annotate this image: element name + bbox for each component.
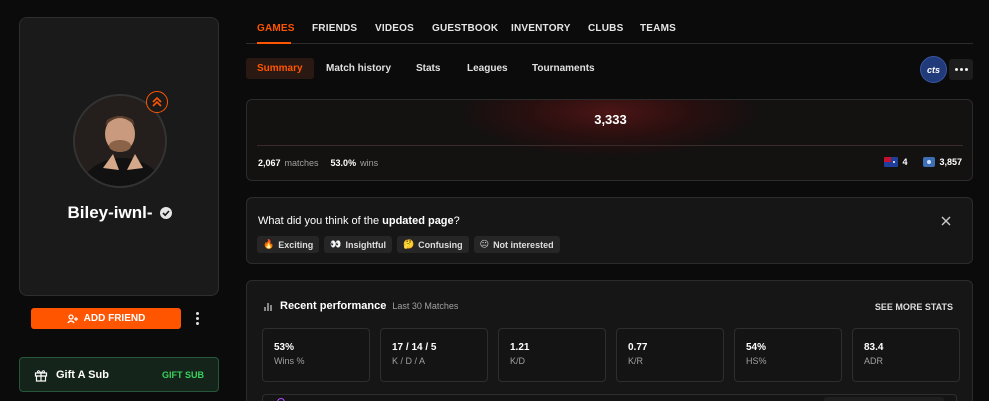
more-horizontal-icon[interactable] xyxy=(949,59,973,80)
stat-wins: 53% Wins % xyxy=(262,328,370,382)
feedback-question-bold: updated page xyxy=(382,215,454,227)
gift-sub-button[interactable]: GIFT SUB xyxy=(162,370,204,380)
stat-hs: 54% HS% xyxy=(734,328,842,382)
feedback-option-exciting[interactable]: 🔥 Exciting xyxy=(257,236,320,253)
winrate-label: wins xyxy=(360,158,379,168)
feedback-option-label: Insightful xyxy=(345,239,386,250)
country-flag-icon xyxy=(884,157,899,167)
matches-value: 2,067 xyxy=(258,158,281,168)
level-badge[interactable] xyxy=(146,91,168,113)
next-section-row xyxy=(262,394,957,401)
eyes-icon: 👀 xyxy=(330,239,342,249)
feedback-option-label: Confusing xyxy=(418,239,463,250)
stat-kda: 17 / 14 / 5 K / D / A xyxy=(380,328,488,382)
tab-videos[interactable]: VIDEOS xyxy=(375,23,414,34)
elo-card: 3,333 2,067 matches 53.0% wins 4 3,857 xyxy=(246,99,973,181)
feedback-question-suffix: ? xyxy=(453,215,460,227)
team-logo[interactable]: cts xyxy=(920,56,947,83)
stat-value: 53% xyxy=(274,342,295,353)
feedback-option-insightful[interactable]: 👀 Insightful xyxy=(324,236,392,253)
stat-label: Wins % xyxy=(274,356,305,366)
stat-label: K / D / A xyxy=(392,356,426,366)
rankings: 4 3,857 xyxy=(884,157,962,167)
top-nav: GAMES FRIENDS VIDEOS GUESTBOOK INVENTORY… xyxy=(246,0,973,44)
subtab-stats[interactable]: Stats xyxy=(405,58,451,79)
stat-value: 54% xyxy=(746,342,767,353)
performance-title: Recent performance xyxy=(280,300,387,312)
neutral-face-icon: 😐 xyxy=(479,239,490,249)
active-tab-indicator xyxy=(257,42,291,44)
subtab-tournaments[interactable]: Tournaments xyxy=(521,58,606,79)
performance-subtitle: Last 30 Matches xyxy=(392,301,459,311)
stat-label: K/R xyxy=(628,356,644,366)
tab-games[interactable]: GAMES xyxy=(257,23,295,34)
matches-label: matches xyxy=(284,158,319,168)
bar-chart-icon xyxy=(264,301,274,311)
stat-value: 0.77 xyxy=(628,342,648,353)
nickname: Biley-iwnl- xyxy=(67,203,153,222)
stat-adr: 83.4 ADR xyxy=(852,328,960,382)
region-rank-icon xyxy=(923,157,936,167)
gift-icon xyxy=(34,369,48,382)
feedback-question-prefix: What did you think of the xyxy=(258,215,383,227)
add-user-icon xyxy=(66,313,78,323)
stat-label: K/D xyxy=(510,356,526,366)
stat-value: 83.4 xyxy=(864,342,884,353)
tab-teams[interactable]: TEAMS xyxy=(640,23,676,34)
chevron-up-icon xyxy=(152,96,162,107)
feedback-question: What did you think of the updated page? xyxy=(258,215,460,227)
stat-kd: 1.21 K/D xyxy=(498,328,606,382)
feedback-option-label: Not interested xyxy=(493,239,554,250)
nickname-row: Biley-iwnl- xyxy=(20,203,220,223)
see-more-stats-link[interactable]: SEE MORE STATS xyxy=(875,302,953,312)
subtab-leagues[interactable]: Leagues xyxy=(456,58,519,79)
fire-icon: 🔥 xyxy=(263,239,275,249)
tab-inventory[interactable]: INVENTORY xyxy=(511,23,571,34)
performance-header: Recent performance Last 30 Matches xyxy=(264,300,458,312)
subtab-summary[interactable]: Summary xyxy=(246,58,314,79)
divider xyxy=(257,145,963,146)
tab-friends[interactable]: FRIENDS xyxy=(312,23,357,34)
gift-sub-card: Gift A Sub GIFT SUB xyxy=(19,357,219,392)
add-friend-label: ADD FRIEND xyxy=(83,313,146,324)
winrate-value: 53.0% xyxy=(330,158,357,168)
more-options-icon[interactable] xyxy=(190,309,204,327)
stat-kr: 0.77 K/R xyxy=(616,328,724,382)
stat-value: 17 / 14 / 5 xyxy=(392,342,437,353)
feedback-options: 🔥 Exciting 👀 Insightful 🤔 Confusing 😐 No… xyxy=(257,236,560,253)
country-rank[interactable]: 4 xyxy=(902,157,907,167)
elo-value: 3,333 xyxy=(594,112,627,127)
thinking-face-icon: 🤔 xyxy=(402,239,415,249)
stat-label: HS% xyxy=(746,356,767,366)
stat-grid: 53% Wins % 17 / 14 / 5 K / D / A 1.21 K/… xyxy=(262,328,960,382)
elo-stats: 2,067 matches 53.0% wins xyxy=(258,158,386,168)
feedback-option-label: Exciting xyxy=(278,239,314,250)
stat-value: 1.21 xyxy=(510,342,530,353)
tab-guestbook[interactable]: GUESTBOOK xyxy=(432,23,498,34)
feedback-card: What did you think of the updated page? … xyxy=(246,197,973,264)
recent-performance-card: Recent performance Last 30 Matches SEE M… xyxy=(246,280,973,401)
add-friend-button[interactable]: ADD FRIEND xyxy=(31,308,181,329)
feedback-option-confusing[interactable]: 🤔 Confusing xyxy=(396,236,469,253)
region-rank[interactable]: 3,857 xyxy=(939,157,962,167)
close-icon[interactable] xyxy=(940,215,952,227)
stat-label: ADR xyxy=(864,356,884,366)
profile-card: Biley-iwnl- xyxy=(19,17,219,296)
gift-label: Gift A Sub xyxy=(56,368,109,381)
feedback-option-not-interested[interactable]: 😐 Not interested xyxy=(473,236,560,253)
subtab-match-history[interactable]: Match history xyxy=(315,58,402,79)
tab-clubs[interactable]: CLUBS xyxy=(588,23,623,34)
verified-icon xyxy=(159,207,172,219)
